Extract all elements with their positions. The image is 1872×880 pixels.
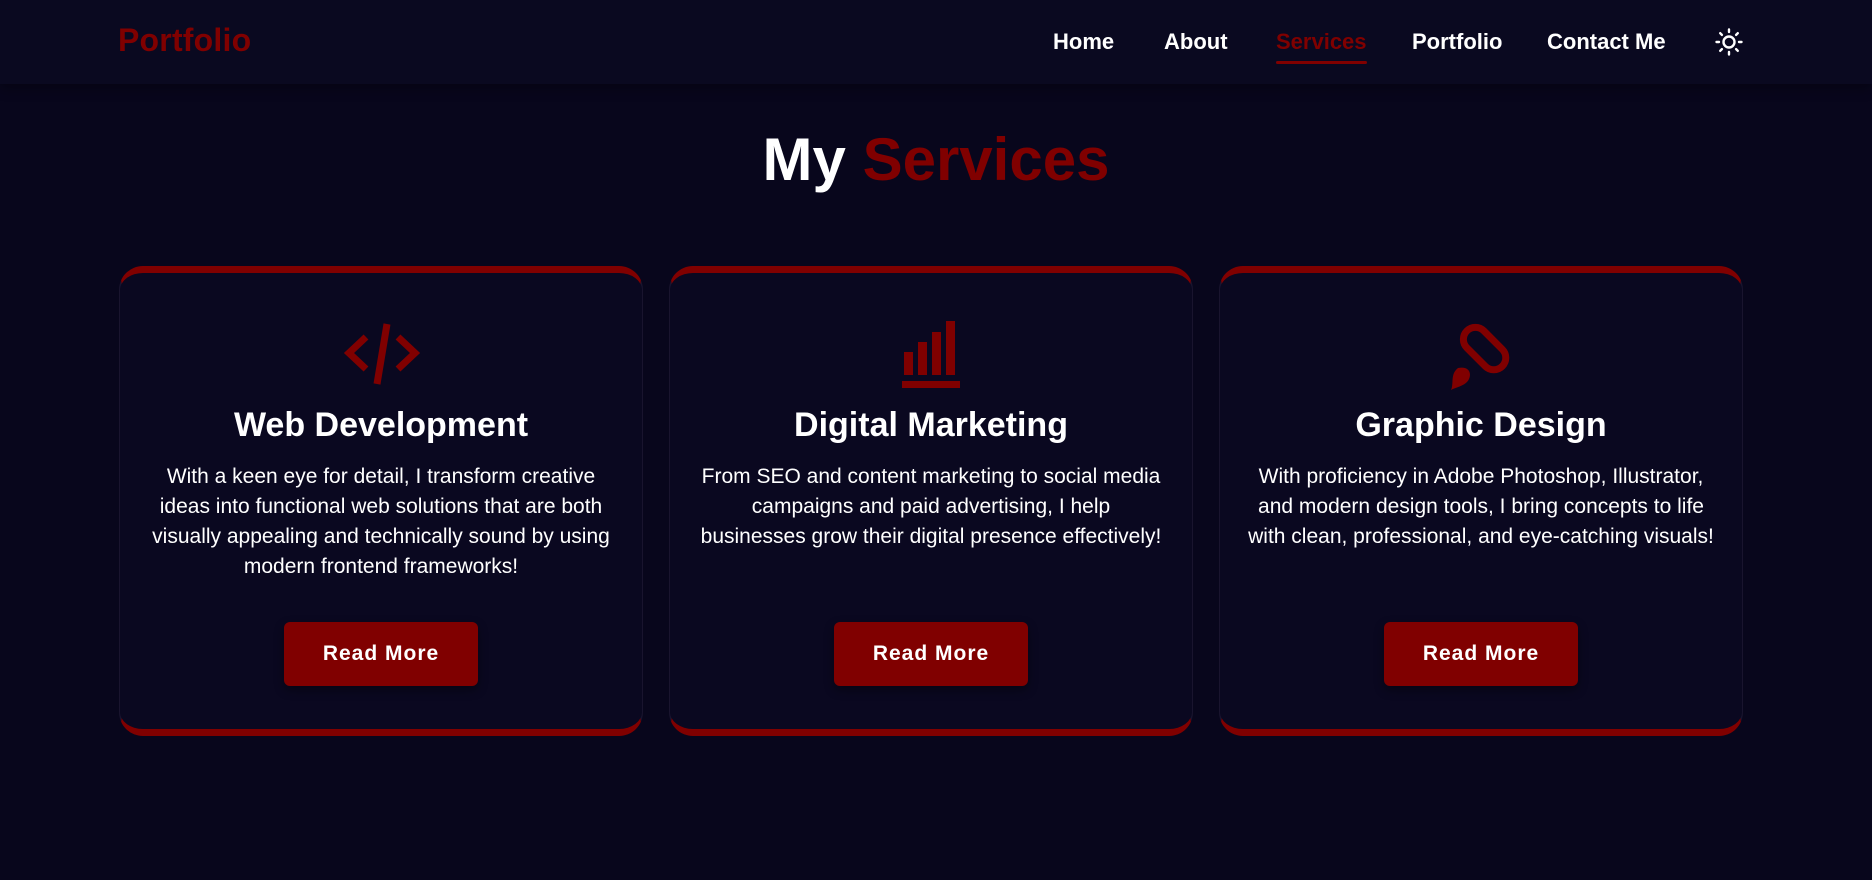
page-title: My Services xyxy=(0,124,1872,196)
nav-about[interactable]: About xyxy=(1164,29,1228,55)
bar-chart-icon xyxy=(892,318,972,392)
code-icon xyxy=(342,318,422,392)
nav-portfolio[interactable]: Portfolio xyxy=(1412,29,1502,55)
card-description: From SEO and content marketing to social… xyxy=(700,465,1162,548)
service-card-graphic-design: Graphic Design With proficiency in Adobe… xyxy=(1219,266,1743,736)
read-more-button[interactable]: Read More xyxy=(1384,622,1578,686)
card-title: Web Development xyxy=(233,406,529,444)
card-description: With a keen eye for detail, I transform … xyxy=(152,465,610,578)
nav-services[interactable]: Services xyxy=(1276,29,1367,64)
service-card-web-development: Web Development With a keen eye for deta… xyxy=(119,266,643,736)
card-title: Digital Marketing xyxy=(794,406,1068,444)
card-title: Graphic Design xyxy=(1355,406,1607,444)
nav-home[interactable]: Home xyxy=(1053,29,1114,55)
sun-icon[interactable] xyxy=(1715,28,1743,56)
site-header: Portfolio Home About Services Portfolio … xyxy=(0,0,1872,84)
nav-contact-me[interactable]: Contact Me xyxy=(1547,29,1666,55)
paintbrush-icon xyxy=(1442,318,1522,392)
read-more-button[interactable]: Read More xyxy=(834,622,1028,686)
service-card-digital-marketing: Digital Marketing From SEO and content m… xyxy=(669,266,1193,736)
main-nav: Home About Services Portfolio Contact Me xyxy=(0,29,1872,69)
read-more-button[interactable]: Read More xyxy=(284,622,478,686)
card-description: With proficiency in Adobe Photoshop, Ill… xyxy=(1248,465,1714,548)
title-prefix: My xyxy=(762,126,846,193)
title-accent: Services xyxy=(862,126,1110,193)
